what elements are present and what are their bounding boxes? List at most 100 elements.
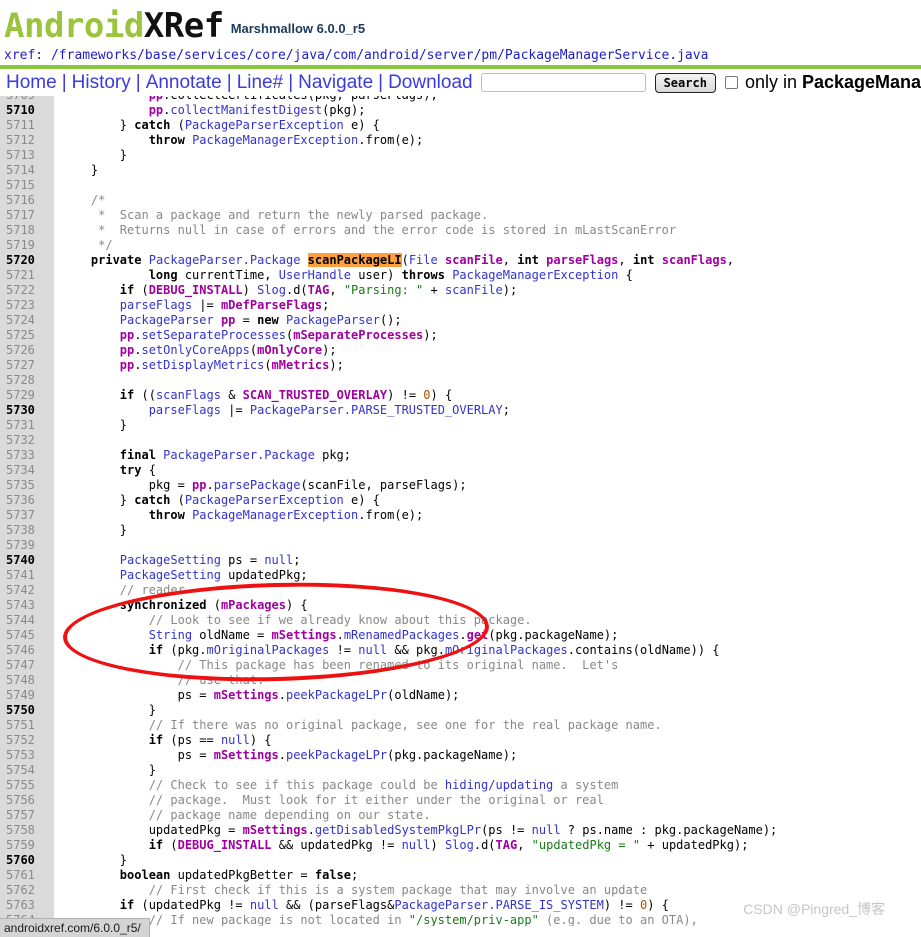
code-token[interactable]: setDisplayMetrics [141, 358, 264, 372]
line-number[interactable]: 5738 [0, 523, 54, 538]
line-number[interactable]: 5739 [0, 538, 54, 553]
code-token[interactable]: collectManifestDigest [170, 103, 322, 117]
code-token[interactable]: PackageParser.PARSE_TRUSTED_OVERLAY [250, 403, 503, 417]
line-number[interactable]: 5728 [0, 373, 54, 388]
line-number[interactable]: 5717 [0, 208, 54, 223]
line-number[interactable]: 5720 [0, 253, 54, 268]
code-token[interactable]: parseFlags [120, 298, 192, 312]
source-code-viewer[interactable]: 5709 pp.collectCertificates(pkg, parseFl… [0, 96, 921, 926]
line-number[interactable]: 5725 [0, 328, 54, 343]
line-number[interactable]: 5755 [0, 778, 54, 793]
line-number[interactable]: 5713 [0, 148, 54, 163]
code-token[interactable]: setSeparateProcesses [141, 328, 286, 342]
line-number[interactable]: 5742 [0, 583, 54, 598]
line-number[interactable]: 5714 [0, 163, 54, 178]
line-number[interactable]: 5735 [0, 478, 54, 493]
line-number[interactable]: 5721 [0, 268, 54, 283]
line-number[interactable]: 5753 [0, 748, 54, 763]
line-number[interactable]: 5709 [0, 96, 54, 103]
line-number[interactable]: 5749 [0, 688, 54, 703]
nav-item-annotate[interactable]: Annotate [146, 72, 222, 94]
line-number[interactable]: 5762 [0, 883, 54, 898]
code-token[interactable]: hiding/updating [445, 778, 553, 792]
line-number[interactable]: 5745 [0, 628, 54, 643]
nav-item-history[interactable]: History [72, 72, 131, 94]
code-token[interactable]: getDisabledSystemPkgLPr [315, 823, 481, 837]
code-token[interactable]: peekPackageLPr [286, 748, 387, 762]
line-number[interactable]: 5744 [0, 613, 54, 628]
search-input[interactable] [480, 73, 646, 92]
line-number[interactable]: 5750 [0, 703, 54, 718]
code-token[interactable]: mOriginalPackages [445, 643, 568, 657]
line-number[interactable]: 5719 [0, 238, 54, 253]
code-token[interactable]: PackageSetting [120, 553, 221, 567]
code-token[interactable]: Slog [257, 283, 286, 297]
code-token[interactable]: Slog [445, 838, 474, 852]
code-token[interactable]: PackageManagerException [192, 508, 358, 522]
line-number[interactable]: 5757 [0, 808, 54, 823]
line-number[interactable]: 5716 [0, 193, 54, 208]
code-token[interactable]: PackageManagerException [192, 133, 358, 147]
nav-item-navigate[interactable]: Navigate [298, 72, 373, 94]
line-number[interactable]: 5751 [0, 718, 54, 733]
code-token[interactable]: mRenamedPackages [344, 628, 460, 642]
line-number[interactable]: 5710 [0, 103, 54, 118]
nav-item-linenumber[interactable]: Line# [237, 72, 284, 94]
line-number[interactable]: 5712 [0, 133, 54, 148]
code-token[interactable]: null [250, 898, 279, 912]
code-token[interactable]: PackageParserException [185, 493, 344, 507]
line-number[interactable]: 5740 [0, 553, 54, 568]
line-number[interactable]: 5741 [0, 568, 54, 583]
line-number[interactable]: 5724 [0, 313, 54, 328]
line-number[interactable]: 5737 [0, 508, 54, 523]
search-button[interactable]: Search [654, 72, 716, 93]
line-number[interactable]: 5718 [0, 223, 54, 238]
code-token[interactable]: PackageManagerException [452, 268, 618, 282]
line-number[interactable]: 5727 [0, 358, 54, 373]
code-token[interactable]: UserHandle [279, 268, 351, 282]
code-token[interactable]: PackageParserException [185, 118, 344, 132]
code-token[interactable]: scanFlags [156, 388, 221, 402]
line-number[interactable]: 5733 [0, 448, 54, 463]
breadcrumb-path[interactable]: /frameworks/base/services/core/java/com/… [51, 48, 708, 63]
code-token[interactable]: null [402, 838, 431, 852]
line-number[interactable]: 5758 [0, 823, 54, 838]
line-number[interactable]: 5754 [0, 763, 54, 778]
code-token[interactable]: peekPackageLPr [286, 688, 387, 702]
line-number[interactable]: 5715 [0, 178, 54, 193]
line-number[interactable]: 5723 [0, 298, 54, 313]
code-token[interactable]: PackageParser [120, 313, 214, 327]
code-token[interactable]: parseFlags [149, 403, 221, 417]
highlighted-symbol[interactable]: scanPackageLI [307, 253, 402, 267]
line-number[interactable]: 5729 [0, 388, 54, 403]
line-number[interactable]: 5731 [0, 418, 54, 433]
line-number[interactable]: 5743 [0, 598, 54, 613]
code-token[interactable]: String [149, 628, 192, 642]
line-number[interactable]: 5746 [0, 643, 54, 658]
line-number[interactable]: 5730 [0, 403, 54, 418]
code-token[interactable]: null [358, 643, 387, 657]
line-number[interactable]: 5732 [0, 433, 54, 448]
line-number[interactable]: 5756 [0, 793, 54, 808]
code-token[interactable]: PackageParser.Package [149, 253, 301, 267]
nav-item-home[interactable]: Home [6, 72, 57, 94]
line-number[interactable]: 5711 [0, 118, 54, 133]
code-token[interactable]: PackageParser [286, 313, 380, 327]
only-in-file-checkbox[interactable] [724, 76, 738, 89]
code-token[interactable]: null [264, 553, 293, 567]
code-token[interactable]: mOriginalPackages [207, 643, 330, 657]
line-number[interactable]: 5748 [0, 673, 54, 688]
line-number[interactable]: 5752 [0, 733, 54, 748]
code-token[interactable]: setOnlyCoreApps [141, 343, 249, 357]
line-number[interactable]: 5763 [0, 898, 54, 913]
line-number[interactable]: 5726 [0, 343, 54, 358]
line-number[interactable]: 5761 [0, 868, 54, 883]
line-number[interactable]: 5759 [0, 838, 54, 853]
breadcrumb[interactable]: xref: /frameworks/base/services/core/jav… [0, 46, 921, 65]
code-token[interactable]: PackageSetting [120, 568, 221, 582]
line-number[interactable]: 5734 [0, 463, 54, 478]
line-number[interactable]: 5722 [0, 283, 54, 298]
code-token[interactable]: scanFile [445, 283, 503, 297]
line-number[interactable]: 5747 [0, 658, 54, 673]
line-number[interactable]: 5736 [0, 493, 54, 508]
